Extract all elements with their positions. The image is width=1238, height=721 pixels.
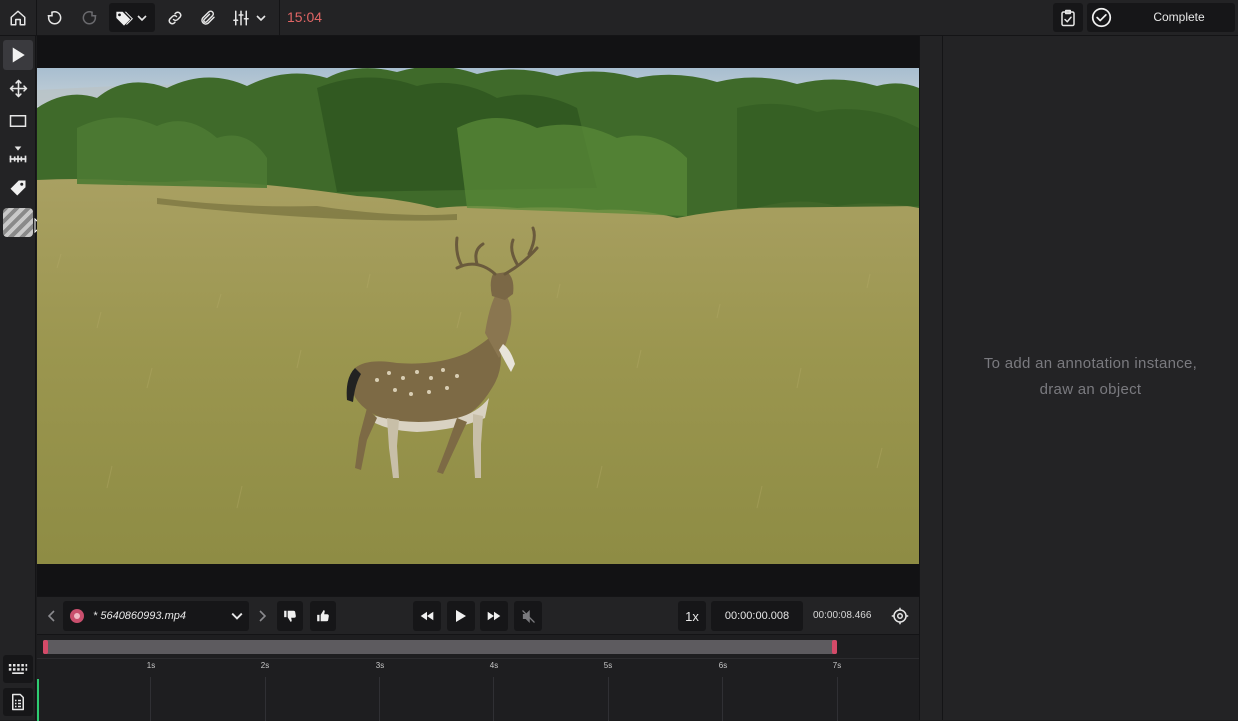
chevron-left-icon (48, 610, 55, 622)
range-start-handle[interactable] (43, 640, 48, 654)
playhead[interactable] (37, 679, 39, 721)
next-file-button[interactable] (255, 601, 269, 631)
chevron-down-icon (231, 612, 243, 620)
tag-icon (10, 180, 26, 196)
paperclip-icon (201, 10, 215, 25)
move-tool[interactable] (3, 73, 33, 103)
time-tick: 1s (146, 661, 156, 670)
attach-button[interactable] (195, 0, 221, 36)
tool-sidebar (0, 36, 46, 720)
thumbs-up-icon (317, 610, 329, 622)
adjustments-dropdown[interactable] (228, 0, 274, 36)
fast-forward-icon (487, 611, 501, 621)
speaker-muted-icon (521, 609, 535, 623)
session-timer: 15:04 (287, 9, 323, 25)
redo-icon (82, 11, 97, 25)
keypoint-tool[interactable] (3, 139, 33, 169)
time-tick: 2s (260, 661, 270, 670)
keyboard-shortcuts-button[interactable] (3, 655, 33, 683)
check-circle-icon (1091, 7, 1112, 28)
time-tick: 6s (718, 661, 728, 670)
rewind-icon (420, 611, 434, 621)
recording-status-icon (70, 609, 84, 623)
thumbs-up-button[interactable] (310, 601, 336, 631)
bounding-box-tool[interactable] (3, 106, 33, 136)
rectangle-icon (9, 115, 27, 127)
video-frame[interactable] (37, 68, 919, 564)
top-toolbar: 15:04 Complete (0, 0, 1238, 36)
play-button[interactable] (447, 601, 475, 631)
chevron-down-icon (256, 15, 266, 22)
rewind-button[interactable] (413, 601, 441, 631)
timeline[interactable]: 1s 2s 3s 4s 5s 6s 7s (37, 634, 919, 721)
annotations-panel: To add an annotation instance, draw an o… (943, 36, 1238, 720)
link-button[interactable] (162, 0, 188, 36)
undo-button[interactable] (42, 0, 68, 36)
time-tick: 4s (489, 661, 499, 670)
move-icon (9, 79, 27, 97)
timeline-scrubber[interactable] (43, 640, 837, 654)
video-frame-image (37, 68, 919, 564)
chevron-down-icon (137, 14, 147, 21)
home-button[interactable] (4, 0, 32, 36)
recenter-button[interactable] (889, 601, 911, 631)
complete-button[interactable]: Complete (1087, 3, 1235, 32)
panel-divider[interactable] (919, 36, 943, 720)
play-icon (456, 610, 466, 622)
range-end-handle[interactable] (832, 640, 837, 654)
thumbs-down-button[interactable] (277, 601, 303, 631)
time-tick: 7s (832, 661, 842, 670)
document-list-icon (12, 693, 24, 711)
select-tool[interactable] (3, 40, 33, 70)
playback-speed-button[interactable]: 1x (678, 601, 706, 631)
tag-tool-dropdown[interactable] (109, 3, 155, 32)
empty-annotations-hint: To add an annotation instance, draw an o… (943, 351, 1238, 403)
redo-button[interactable] (76, 0, 102, 36)
fast-forward-button[interactable] (480, 601, 508, 631)
keyboard-icon (8, 664, 28, 674)
mask-pattern-tool[interactable] (3, 208, 33, 237)
time-tick: 5s (603, 661, 613, 670)
pointer-arrow-icon (12, 47, 25, 63)
mute-button[interactable] (514, 601, 542, 631)
instructions-button[interactable] (3, 688, 33, 716)
file-selector[interactable]: * 5640860993.mp4 (63, 601, 249, 631)
sliders-icon (233, 10, 249, 26)
file-name: * 5640860993.mp4 (93, 610, 186, 622)
previous-file-button[interactable] (45, 601, 59, 631)
thumbs-down-icon (284, 610, 296, 622)
link-icon (168, 11, 182, 25)
ruler-divider (37, 658, 919, 659)
chevron-right-icon (259, 610, 266, 622)
crosshair-icon (891, 607, 909, 625)
clipboard-check-icon (1061, 9, 1075, 26)
complete-label: Complete (1153, 10, 1205, 24)
tags-icon (116, 11, 133, 26)
undo-icon (47, 11, 62, 25)
player-controls: * 5640860993.mp4 1x 00:00:00.008 00:00:0… (37, 596, 919, 634)
keypoint-ruler-icon (9, 146, 27, 163)
total-duration: 00:00:08.466 (813, 610, 872, 621)
empty-hint-line1: To add an annotation instance, (983, 355, 1198, 372)
task-checklist-button[interactable] (1053, 3, 1083, 32)
tag-tool[interactable] (3, 173, 33, 203)
empty-hint-line2: draw an object (1039, 381, 1142, 398)
current-time-field[interactable]: 00:00:00.008 (711, 601, 803, 631)
time-tick: 3s (375, 661, 385, 670)
home-icon (10, 10, 26, 26)
